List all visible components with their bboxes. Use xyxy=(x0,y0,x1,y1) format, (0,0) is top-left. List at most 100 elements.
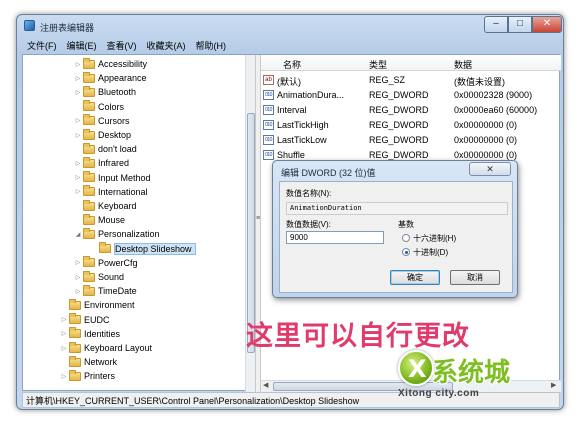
edit-dword-dialog: 编辑 DWORD (32 位)值 ✕ 数值名称(N): AnimationDur… xyxy=(272,160,518,298)
menu-help[interactable]: 帮助(H) xyxy=(191,39,232,53)
list-header: 名称 类型 数据 xyxy=(261,55,561,71)
scroll-left-icon[interactable]: ◀ xyxy=(263,381,268,389)
tree-item[interactable]: Mouse xyxy=(73,213,125,227)
tree-item[interactable]: ▷ Keyboard Layout xyxy=(59,341,152,355)
radio-hexadecimal[interactable] xyxy=(402,234,410,242)
tree-item[interactable]: ▷ PowerCfg xyxy=(73,256,138,270)
column-header-data[interactable]: 数据 xyxy=(454,58,472,71)
expand-arrow-icon[interactable]: ▷ xyxy=(73,89,83,96)
folder-icon xyxy=(83,156,95,168)
value-data: 0x00000000 (0) xyxy=(454,150,518,160)
expand-arrow-icon[interactable]: ▷ xyxy=(73,188,83,195)
tree-item-label: Desktop Slideshow xyxy=(114,242,196,255)
title-bar[interactable]: 注册表编辑器 – □ ✕ xyxy=(17,15,563,37)
menu-file[interactable]: 文件(F) xyxy=(22,39,62,53)
expand-arrow-icon[interactable]: ▷ xyxy=(73,132,83,139)
tree-item[interactable]: ▷ TimeDate xyxy=(73,284,137,298)
menu-edit[interactable]: 编辑(E) xyxy=(62,39,102,53)
value-name: AnimationDura... xyxy=(277,90,345,100)
folder-icon xyxy=(83,256,95,268)
value-data: 0x00000000 (0) xyxy=(454,120,518,130)
folder-icon xyxy=(83,171,95,183)
tree-item[interactable]: ▷ International xyxy=(73,185,148,199)
dialog-close-button[interactable]: ✕ xyxy=(469,162,511,176)
tree-item[interactable]: ▷ Printers xyxy=(59,369,115,383)
tree-item[interactable]: ◢ Personalization xyxy=(73,227,160,241)
value-data-label: 数值数据(V): xyxy=(286,220,331,229)
string-value-icon: ab xyxy=(263,75,274,85)
logo-badge-icon xyxy=(398,350,434,386)
tree-item[interactable]: Network xyxy=(59,355,117,369)
cancel-button[interactable]: 取消 xyxy=(450,270,500,285)
tree-item[interactable]: ▷ Sound xyxy=(73,270,124,284)
tree-item[interactable]: ▷ Identities xyxy=(59,327,120,341)
expand-arrow-icon[interactable]: ▷ xyxy=(59,330,69,337)
tree-item[interactable]: Keyboard xyxy=(73,199,137,213)
expand-arrow-icon[interactable]: ◢ xyxy=(73,231,83,238)
splitter-grip-icon: ≡ xyxy=(256,215,261,222)
expand-arrow-icon[interactable]: ▷ xyxy=(73,75,83,82)
tree-item-label: Personalization xyxy=(98,229,160,240)
expand-arrow-icon[interactable]: ▷ xyxy=(59,373,69,380)
expand-arrow-icon[interactable]: ▷ xyxy=(73,174,83,181)
maximize-button[interactable]: □ xyxy=(508,16,532,33)
expand-arrow-icon[interactable]: ▷ xyxy=(73,288,83,295)
radio-decimal-label[interactable]: 十进制(D) xyxy=(413,247,448,258)
close-button[interactable]: ✕ xyxy=(532,16,562,33)
tree-item[interactable]: Colors xyxy=(73,100,124,114)
menu-view[interactable]: 查看(V) xyxy=(102,39,142,53)
tree-item[interactable]: ▷ Appearance xyxy=(73,71,147,85)
tree-item[interactable]: ▷ Infrared xyxy=(73,156,129,170)
column-header-type[interactable]: 类型 xyxy=(369,58,387,71)
value-name: LastTickHigh xyxy=(277,120,329,130)
expand-arrow-icon[interactable]: ▷ xyxy=(73,61,83,68)
folder-icon xyxy=(83,71,95,83)
tree-item[interactable]: Desktop Slideshow xyxy=(89,242,196,256)
expand-arrow-icon[interactable]: ▷ xyxy=(59,345,69,352)
value-data: 0x00002328 (9000) xyxy=(454,90,533,100)
menu-bar: 文件(F) 编辑(E) 查看(V) 收藏夹(A) 帮助(H) xyxy=(22,39,231,53)
column-header-name[interactable]: 名称 xyxy=(283,58,301,71)
value-type: REG_DWORD xyxy=(369,150,429,160)
tree-item-label: International xyxy=(98,186,148,197)
expand-arrow-icon[interactable]: ▷ xyxy=(73,117,83,124)
folder-icon xyxy=(83,57,95,69)
tree-item-label: EUDC xyxy=(84,314,110,325)
tree-item[interactable]: ▷ Desktop xyxy=(73,128,131,142)
tree-item[interactable]: ▷ Accessibility xyxy=(73,57,147,71)
registry-editor-icon xyxy=(24,20,35,31)
value-data-input[interactable]: 9000 xyxy=(286,231,384,244)
binary-value-icon: 010 xyxy=(263,120,274,130)
tree-item-label: Printers xyxy=(84,371,116,382)
value-row[interactable]: 010 LastTickHigh REG_DWORD 0x00000000 (0) xyxy=(261,118,561,133)
tree-item[interactable]: ▷ Cursors xyxy=(73,114,130,128)
expand-arrow-icon[interactable]: ▷ xyxy=(73,259,83,266)
tree-item[interactable]: don't load xyxy=(73,142,137,156)
value-row[interactable]: ab (默认) REG_SZ (数值未设置) xyxy=(261,73,561,88)
folder-icon xyxy=(83,100,95,112)
expand-arrow-icon[interactable]: ▷ xyxy=(59,316,69,323)
menu-favorites[interactable]: 收藏夹(A) xyxy=(142,39,191,53)
tree-item[interactable]: ▷ Bluetooth xyxy=(73,85,136,99)
minimize-button[interactable]: – xyxy=(484,16,508,33)
tree-item-label: don't load xyxy=(98,144,137,155)
tree-item-label: Sound xyxy=(98,272,125,282)
tree-item[interactable]: Environment xyxy=(59,298,135,312)
folder-icon xyxy=(69,313,81,325)
radio-decimal[interactable] xyxy=(402,248,410,256)
tree-item-label: PowerCfg xyxy=(98,257,138,268)
tree-item-label: TimeDate xyxy=(98,286,137,297)
radio-hexadecimal-label[interactable]: 十六进制(H) xyxy=(413,233,456,244)
folder-icon xyxy=(83,128,95,140)
expand-arrow-icon[interactable]: ▷ xyxy=(73,274,83,281)
ok-button[interactable]: 确定 xyxy=(390,270,440,285)
value-row[interactable]: 010 AnimationDura... REG_DWORD 0x00002328 (… xyxy=(261,88,561,103)
value-type: REG_DWORD xyxy=(369,120,429,130)
folder-icon xyxy=(69,369,81,381)
value-row[interactable]: 010 LastTickLow REG_DWORD 0x00000000 (0) xyxy=(261,133,561,148)
tree-item[interactable]: ▷ EUDC xyxy=(59,313,110,327)
value-data: 0x0000ea60 (60000) xyxy=(454,105,538,115)
expand-arrow-icon[interactable]: ▷ xyxy=(73,160,83,167)
value-row[interactable]: 010 Interval REG_DWORD 0x0000ea60 (60000) xyxy=(261,103,561,118)
tree-item[interactable]: ▷ Input Method xyxy=(73,171,151,185)
